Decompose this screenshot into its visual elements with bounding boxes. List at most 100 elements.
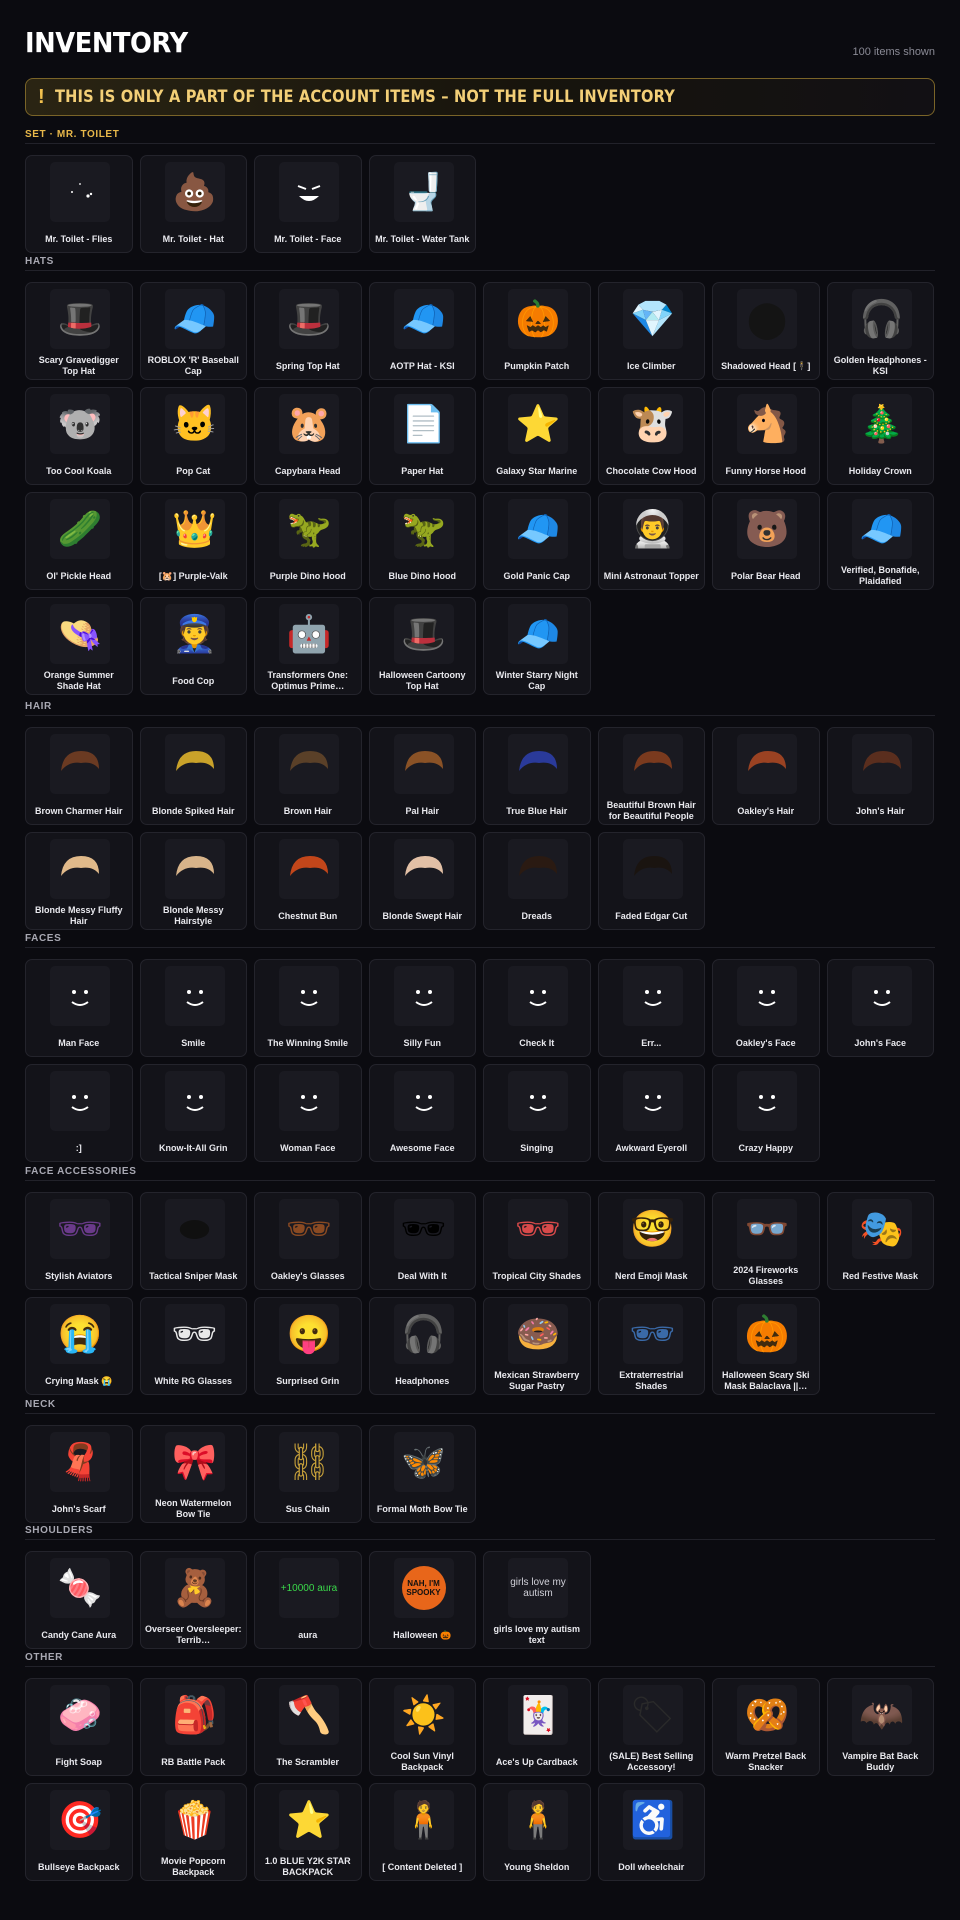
item-card[interactable]: Chestnut Bun — [254, 832, 362, 930]
item-card[interactable]: John's Hair — [826, 727, 934, 825]
item-card[interactable]: ⭐ 1.0 BLUE Y2K STAR BACKPACK — [254, 1783, 362, 1881]
item-card[interactable]: 🎃 Pumpkin Patch — [483, 282, 591, 380]
item-card[interactable]: Beautiful Brown Hair for Beautiful Peopl… — [597, 727, 705, 825]
item-card[interactable]: 💩 Mr. Toilet - Hat — [139, 155, 247, 253]
item-card[interactable]: Know-It-All Grin — [139, 1064, 247, 1162]
item-card[interactable]: 🤖 Transformers One: Optimus Prime… — [254, 597, 362, 695]
item-card[interactable]: 😛 Surprised Grin — [254, 1297, 362, 1395]
item-card[interactable]: Faded Edgar Cut — [597, 832, 705, 930]
item-card[interactable]: Err... — [597, 959, 705, 1057]
item-card[interactable]: 🧢 Verified, Bonafide, Plaidafied — [826, 492, 934, 590]
item-card[interactable]: 🎀 Neon Watermelon Bow Tie — [139, 1425, 247, 1523]
item-card[interactable]: 🕶 Tropical City Shades — [483, 1192, 591, 1290]
item-card[interactable]: 🃏 Ace's Up Cardback — [483, 1678, 591, 1776]
item-card[interactable]: 📄 Paper Hat — [368, 387, 476, 485]
item-card[interactable]: 🧸 Overseer Oversleeper: Terrib… — [139, 1551, 247, 1649]
item-card[interactable]: 🧍 [ Content Deleted ] — [368, 1783, 476, 1881]
item-card[interactable]: Blonde Swept Hair — [368, 832, 476, 930]
item-card[interactable]: 🐹 Capybara Head — [254, 387, 362, 485]
item-card[interactable]: 🕶 Extraterrestrial Shades — [597, 1297, 705, 1395]
item-card[interactable]: John's Face — [826, 959, 934, 1057]
item-card[interactable]: 🧼 Fight Soap — [25, 1678, 133, 1776]
item-card[interactable]: ⛓ Sus Chain — [254, 1425, 362, 1523]
item-card[interactable]: Check It — [483, 959, 591, 1057]
item-card[interactable]: ⭐ Galaxy Star Marine — [483, 387, 591, 485]
item-card[interactable]: 🕶 Stylish Aviators — [25, 1192, 133, 1290]
item-card[interactable]: 🎯 Bullseye Backpack — [25, 1783, 133, 1881]
item-card[interactable]: 🎭 Red Festive Mask — [826, 1192, 934, 1290]
item-card[interactable]: 🎃 Halloween Scary Ski Mask Balaclava ||… — [712, 1297, 820, 1395]
item-card[interactable]: Man Face — [25, 959, 133, 1057]
item-card[interactable]: 🐮 Chocolate Cow Hood — [597, 387, 705, 485]
item-card[interactable]: Pal Hair — [368, 727, 476, 825]
item-card[interactable]: ⬤ Shadowed Head [🕴] — [712, 282, 820, 380]
item-card[interactable]: 👒 Orange Summer Shade Hat — [25, 597, 133, 695]
item-card[interactable]: 🦖 Blue Dino Hood — [368, 492, 476, 590]
item-card[interactable]: ♿ Doll wheelchair — [597, 1783, 705, 1881]
item-card[interactable]: 🎧 Golden Headphones - KSI — [826, 282, 934, 380]
item-card[interactable]: 👨‍🚀 Mini Astronaut Topper — [597, 492, 705, 590]
item-card[interactable]: 🧢 Winter Starry Night Cap — [483, 597, 591, 695]
item-card[interactable]: 🥨 Warm Pretzel Back Snacker — [712, 1678, 820, 1776]
item-card[interactable]: girls love my autism girls love my autism… — [483, 1551, 591, 1649]
item-card[interactable]: 🕶 White RG Glasses — [139, 1297, 247, 1395]
item-card[interactable]: 🏷 (SALE) Best Selling Accessory! — [597, 1678, 705, 1776]
item-card[interactable]: 🎩 Scary Gravedigger Top Hat — [25, 282, 133, 380]
item-card[interactable]: 🐨 Too Cool Koala — [25, 387, 133, 485]
item-card[interactable]: 🕶 Oakley's Glasses — [254, 1192, 362, 1290]
item-card[interactable]: 🧢 ROBLOX 'R' Baseball Cap — [139, 282, 247, 380]
item-card[interactable]: Dreads — [483, 832, 591, 930]
item-card[interactable]: 🎒 RB Battle Pack — [139, 1678, 247, 1776]
item-card[interactable]: 🎧 Headphones — [368, 1297, 476, 1395]
item-card[interactable]: 🕶 Deal With It — [368, 1192, 476, 1290]
item-card[interactable]: 🦖 Purple Dino Hood — [254, 492, 362, 590]
item-card[interactable]: 💎 Ice Climber — [597, 282, 705, 380]
item-card[interactable]: Smile — [139, 959, 247, 1057]
item-card[interactable]: :] — [25, 1064, 133, 1162]
item-card[interactable]: Oakley's Face — [712, 959, 820, 1057]
item-card[interactable]: 🚽 Mr. Toilet - Water Tank — [368, 155, 476, 253]
item-card[interactable]: Mr. Toilet - Face — [254, 155, 362, 253]
item-card[interactable]: Blonde Messy Hairstyle — [139, 832, 247, 930]
item-card[interactable]: Blonde Messy Fluffy Hair — [25, 832, 133, 930]
item-card[interactable]: 👓 2024 Fireworks Glasses — [712, 1192, 820, 1290]
item-card[interactable]: True Blue Hair — [483, 727, 591, 825]
item-card[interactable]: 🧣 John's Scarf — [25, 1425, 133, 1523]
item-card[interactable]: 🍬 Candy Cane Aura — [25, 1551, 133, 1649]
item-card[interactable]: Brown Hair — [254, 727, 362, 825]
item-card[interactable]: 🥒 Ol' Pickle Head — [25, 492, 133, 590]
item-card[interactable]: 🐴 Funny Horse Hood — [712, 387, 820, 485]
item-card[interactable]: Awkward Eyeroll — [597, 1064, 705, 1162]
item-card[interactable]: 🧢 Gold Panic Cap — [483, 492, 591, 590]
item-card[interactable]: Blonde Spiked Hair — [139, 727, 247, 825]
item-card[interactable]: 🤓 Nerd Emoji Mask — [597, 1192, 705, 1290]
item-card[interactable]: 🦋 Formal Moth Bow Tie — [368, 1425, 476, 1523]
item-card[interactable]: Singing — [483, 1064, 591, 1162]
item-card[interactable]: 🦇 Vampire Bat Back Buddy — [826, 1678, 934, 1776]
item-card[interactable]: +10000 aura aura — [254, 1551, 362, 1649]
item-card[interactable]: Crazy Happy — [712, 1064, 820, 1162]
item-card[interactable]: Silly Fun — [368, 959, 476, 1057]
item-card[interactable]: Brown Charmer Hair — [25, 727, 133, 825]
item-card[interactable]: 🎩 Halloween Cartoony Top Hat — [368, 597, 476, 695]
item-card[interactable]: Mr. Toilet - Flies — [25, 155, 133, 253]
item-card[interactable]: The Winning Smile — [254, 959, 362, 1057]
item-card[interactable]: Oakley's Hair — [712, 727, 820, 825]
item-card[interactable]: Woman Face — [254, 1064, 362, 1162]
item-card[interactable]: NAH, I'M SPOOKY Halloween 🎃 — [368, 1551, 476, 1649]
item-card[interactable]: ☀️ Cool Sun Vinyl Backpack — [368, 1678, 476, 1776]
item-card[interactable]: 🪓 The Scrambler — [254, 1678, 362, 1776]
item-card[interactable]: 🎄 Holiday Crown — [826, 387, 934, 485]
item-card[interactable]: 👑 [🐹] Purple-Valk — [139, 492, 247, 590]
item-card[interactable]: 👮 Food Cop — [139, 597, 247, 695]
item-card[interactable]: Awesome Face — [368, 1064, 476, 1162]
item-card[interactable]: 🧢 AOTP Hat - KSI — [368, 282, 476, 380]
item-card[interactable]: 🧍 Young Sheldon — [483, 1783, 591, 1881]
item-card[interactable]: 🐱 Pop Cat — [139, 387, 247, 485]
item-card[interactable]: 🐻 Polar Bear Head — [712, 492, 820, 590]
item-card[interactable]: 🍿 Movie Popcorn Backpack — [139, 1783, 247, 1881]
item-card[interactable]: 🎩 Spring Top Hat — [254, 282, 362, 380]
item-card[interactable]: 🍩 Mexican Strawberry Sugar Pastry — [483, 1297, 591, 1395]
item-card[interactable]: ⬬ Tactical Sniper Mask — [139, 1192, 247, 1290]
item-card[interactable]: 😭 Crying Mask 😭 — [25, 1297, 133, 1395]
